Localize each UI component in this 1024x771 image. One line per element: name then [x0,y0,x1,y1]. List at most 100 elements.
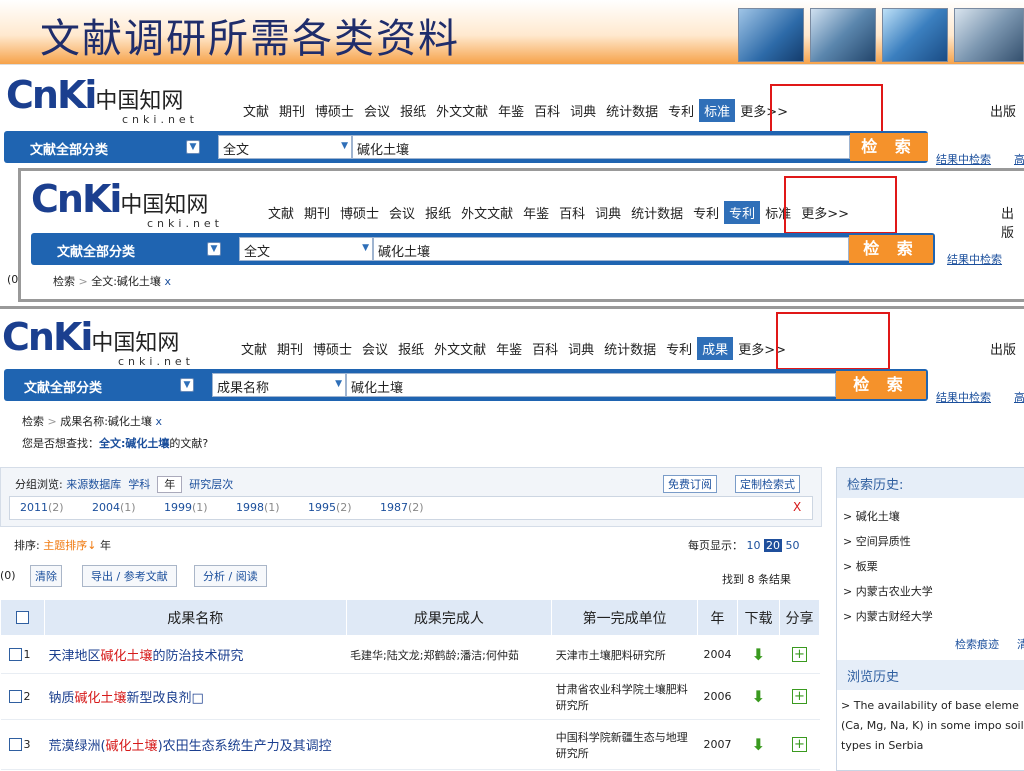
search-button[interactable]: 检 索 [849,235,933,263]
row-title[interactable]: 钠质碱化土壤新型改良剂□ [44,674,346,720]
nav-tab-6[interactable]: 年鉴 [493,99,529,122]
nav-tab-2[interactable]: 博硕士 [335,201,384,224]
year-filter-1999[interactable]: 1999(1) [164,501,208,514]
row-share[interactable]: + [779,674,819,720]
cnki-logo[interactable]: CnKi中国知网 cnki.net [31,177,219,230]
cnki-logo[interactable]: CnKi中国知网 cnki.net [2,315,190,368]
history-item[interactable]: > 内蒙古财经大学 [843,604,1018,629]
category-label[interactable]: 文献全部分类 [24,377,102,396]
col-title[interactable]: 成果名称 [43,599,347,636]
nav-tab-4[interactable]: 报纸 [393,337,429,360]
free-subscribe-button[interactable]: 免费订阅 [663,475,717,493]
download-icon[interactable]: ⬇ [752,687,765,706]
per-page-20[interactable]: 20 [764,539,782,552]
nav-tab-10[interactable]: 专利 [688,201,724,224]
nav-tab-1[interactable]: 期刊 [272,337,308,360]
nav-tab-4[interactable]: 报纸 [420,201,456,224]
nav-tab-0[interactable]: 文献 [238,99,274,122]
select-all-checkbox[interactable] [15,611,29,624]
refine-link[interactable]: 结果中检索 [936,151,991,167]
field-select[interactable]: 全文 ▼ [218,135,352,159]
nav-tab-5[interactable]: 外文文献 [429,337,491,360]
nav-tab-8[interactable]: 词典 [590,201,626,224]
crumb-remove-icon[interactable]: x [164,275,171,288]
sort-topic[interactable]: 主题排序 [43,539,87,552]
sort-year[interactable]: 年 [100,539,111,552]
nav-tab-active[interactable]: 标准 [699,99,736,122]
nav-tab-7[interactable]: 百科 [554,201,590,224]
nav-tab-9[interactable]: 统计数据 [599,337,661,360]
nav-tab-6[interactable]: 年鉴 [518,201,554,224]
row-download[interactable]: ⬇ [738,674,780,720]
publish-link[interactable]: 出版 [990,101,1016,120]
add-icon[interactable]: + [791,689,807,704]
nav-tab-active[interactable]: 专利 [724,201,761,224]
row-download[interactable]: ⬇ [738,720,780,770]
close-icon[interactable]: X [793,500,801,514]
keyword-input[interactable]: 碱化土壤 [352,135,850,159]
nav-tab-10[interactable]: 专利 [663,99,699,122]
nav-tab-1[interactable]: 期刊 [299,201,335,224]
col-unit[interactable]: 第一完成单位 [551,599,699,636]
browse-option-year[interactable]: 年 [157,476,183,493]
cnki-logo[interactable]: CnKi中国知网 cnki.net [6,73,194,126]
analyze-button[interactable]: 分析 / 阅读 [194,565,267,587]
crumb-search[interactable]: 检索 [22,415,44,428]
history-item[interactable]: > 空间异质性 [843,529,1018,554]
nav-tab-7[interactable]: 百科 [527,337,563,360]
history-item[interactable]: > 板栗 [843,554,1018,579]
refine-link[interactable]: 结果中检索 [936,389,991,405]
row-share[interactable]: + [779,720,819,770]
row-checkbox[interactable] [8,648,22,661]
advanced-link[interactable]: 高 [1014,389,1024,405]
browse-option-subject[interactable]: 学科 [128,478,150,491]
table-row[interactable]: 3 荒漠绿洲(碱化土壤)农田生态系统生产力及其调控 中国科学院新疆生态与地理研究所 2… [0,720,820,770]
keyword-input[interactable]: 碱化土壤 [346,373,836,397]
nav-tab-active[interactable]: 成果 [697,337,734,360]
browse-option-source[interactable]: 来源数据库 [66,478,121,491]
export-button[interactable]: 导出 / 参考文献 [82,565,177,587]
nav-tab-5[interactable]: 外文文献 [431,99,493,122]
download-icon[interactable]: ⬇ [752,735,765,754]
category-label[interactable]: 文献全部分类 [30,139,108,158]
row-checkbox[interactable] [8,690,22,703]
add-icon[interactable]: + [791,737,807,752]
nav-tab-10[interactable]: 专利 [661,337,697,360]
crumb-search[interactable]: 检索 [53,275,75,288]
publish-link[interactable]: 出版 [1001,203,1024,241]
row-title[interactable]: 荒漠绿洲(碱化土壤)农田生态系统生产力及其调控 [44,720,346,770]
nav-tab-2[interactable]: 博硕士 [310,99,359,122]
year-filter-1995[interactable]: 1995(2) [308,501,352,514]
nav-tab-7[interactable]: 百科 [529,99,565,122]
clear-button[interactable]: 清除 [30,565,62,587]
crumb-remove-icon[interactable]: x [155,415,162,428]
nav-tab-0[interactable]: 文献 [236,337,272,360]
table-row[interactable]: 1 天津地区碱化土壤的防治技术研究 毛建华;陆文龙;郑鹤龄;潘洁;何仲茹 天津市土壤肥… [0,636,820,674]
nav-tab-3[interactable]: 会议 [359,99,395,122]
field-select[interactable]: 全文 ▼ [239,237,373,261]
browse-option-level[interactable]: 研究层次 [189,478,233,491]
row-select[interactable]: 2 [1,674,45,720]
publish-link[interactable]: 出版 [990,339,1016,358]
suggest-link[interactable]: 全文:碱化土壤 [99,437,169,450]
nav-tab-9[interactable]: 统计数据 [626,201,688,224]
col-year[interactable]: 年 [697,599,739,636]
custom-query-button[interactable]: 定制检索式 [735,475,800,493]
clear-history-link[interactable]: 清 [1017,636,1024,652]
per-page-10[interactable]: 10 [747,539,761,552]
table-row[interactable]: 2 钠质碱化土壤新型改良剂□ 甘肃省农业科学院土壤肥料研究所 2006 ⬇ + [0,674,820,720]
nav-tab-8[interactable]: 词典 [563,337,599,360]
per-page-50[interactable]: 50 [786,539,800,552]
keyword-input[interactable]: 碱化土壤 [373,237,849,261]
history-item[interactable]: > 内蒙古农业大学 [843,579,1018,604]
trace-link[interactable]: 检索痕迹 [955,636,999,652]
nav-tab-2[interactable]: 博硕士 [308,337,357,360]
row-title[interactable]: 天津地区碱化土壤的防治技术研究 [44,636,346,674]
row-share[interactable]: + [779,636,819,674]
nav-tab-3[interactable]: 会议 [384,201,420,224]
search-button[interactable]: 检 索 [850,133,928,161]
nav-tab-1[interactable]: 期刊 [274,99,310,122]
select-all-header[interactable] [0,599,45,636]
add-icon[interactable]: + [791,647,807,662]
nav-tab-4[interactable]: 报纸 [395,99,431,122]
